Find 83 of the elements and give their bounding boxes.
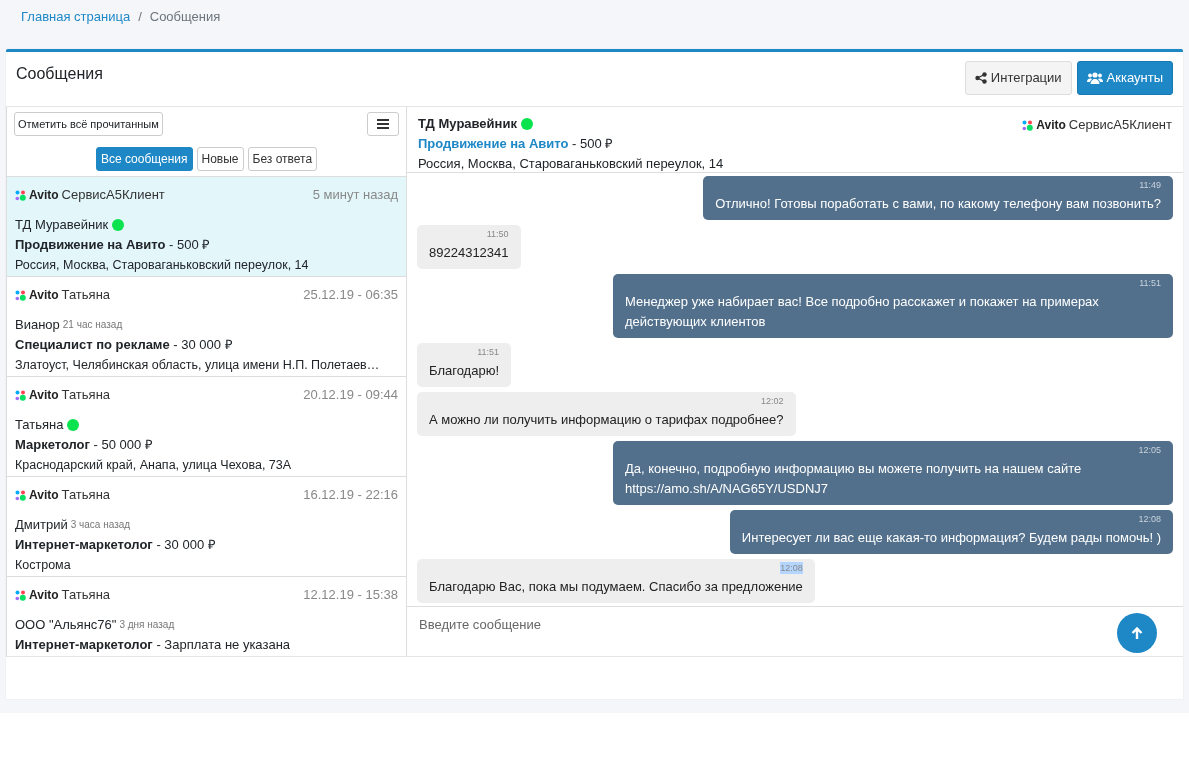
ad-price: - 30 000 ₽ [156, 537, 216, 552]
message-time: 11:50 [486, 228, 509, 240]
conversation-time: 12.12.19 - 15:38 [303, 586, 398, 604]
contact-name: Вианор [15, 316, 60, 334]
ad-title: Продвижение на Авито [15, 237, 166, 252]
channel-name: Avito [29, 587, 59, 604]
header-button[interactable]: Аккаунты [1076, 61, 1173, 95]
ad-price: - 30 000 ₽ [173, 337, 233, 352]
avito-logo-icon [1022, 119, 1034, 131]
ad-address: Златоуст, Челябинская область, улица имени Н.П. Полетаев… [15, 357, 381, 374]
channel-name: Avito [29, 387, 59, 404]
contact-name: Татьяна [15, 416, 64, 434]
ad-address: Кострома [15, 557, 72, 574]
message-text: Благодарю! [429, 362, 499, 380]
message-time: 12:08 [780, 562, 803, 574]
channel-name: Avito [1036, 117, 1066, 134]
chat-contact-name: ТД Муравейник [418, 115, 517, 133]
send-button[interactable] [1117, 613, 1157, 653]
account-name: СервисА5Клиент [1068, 116, 1172, 134]
ad-price: - 500 ₽ [572, 136, 614, 151]
breadcrumb-current: Сообщения [149, 8, 221, 27]
conversation-time: 5 минут назад [312, 186, 398, 204]
filter-tab[interactable]: Без ответа [247, 147, 318, 171]
card-title: Сообщения [16, 64, 103, 84]
message-text: 89224312341 [429, 244, 509, 262]
account-name: Татьяна [61, 486, 111, 504]
message-time: 11:51 [477, 346, 499, 358]
message-time: 12:08 [1138, 513, 1161, 525]
ad-price: - 50 000 ₽ [93, 437, 153, 452]
account-name: СервисА5Клиент [61, 186, 165, 204]
ad-link[interactable]: Продвижение на Авито [418, 136, 569, 151]
contact-name: Дмитрий [15, 516, 68, 534]
last-seen: 3 дня назад [119, 618, 175, 632]
ad-title: Маркетолог [15, 437, 90, 452]
header-button[interactable]: Интеграции [964, 61, 1072, 95]
conversation-time: 25.12.19 - 06:35 [303, 286, 398, 304]
mark-read-button[interactable]: Отметить всё прочитанным [14, 112, 163, 136]
account-name: Татьяна [61, 386, 111, 404]
share-icon [974, 72, 987, 84]
breadcrumb-separator: / [138, 8, 142, 27]
message-input[interactable]: Введите сообщение [419, 615, 1019, 635]
avito-logo-icon [15, 389, 26, 401]
ad-title: Интернет-маркетолог [15, 637, 153, 652]
conversation-item[interactable]: Avito СервисА5Клиент 5 минут назад ТД Муравейник Продвижение на Авито - 500 ₽ Россия, Москва, Староваганьковский переулок, 14 [7, 177, 406, 277]
ad-address: Россия, Москва, Староваганьковский переулок, 14 [418, 155, 724, 173]
conversation-time: 20.12.19 - 09:44 [303, 386, 398, 404]
avito-logo-icon [15, 289, 26, 301]
account-name: Татьяна [61, 586, 111, 604]
message-time: 12:05 [1138, 444, 1161, 456]
message-time: 11:49 [1139, 179, 1161, 191]
menu-button[interactable] [367, 112, 399, 136]
avito-logo-icon [15, 489, 26, 501]
avito-logo-icon [15, 189, 26, 201]
channel-name: Avito [29, 187, 59, 204]
message-text: Менеджер уже набирает вас! Все подробно расскажет и покажет на примерах действующих клиентов [625, 293, 1100, 331]
account-name: Татьяна [61, 286, 111, 304]
breadcrumb-link[interactable]: Главная страница [21, 7, 131, 27]
message-time: 11:51 [1139, 277, 1161, 289]
ad-address: Краснодарский край, Анапа, улица Чехова, 73А [15, 457, 293, 474]
channel-name: Avito [29, 487, 59, 504]
message-text: Интересует ли вас еще какая-то информация? Будем рады помочь! ) [741, 529, 1161, 547]
message-time: 12:02 [761, 395, 784, 407]
arrow-up-icon [1131, 626, 1143, 640]
avito-logo-icon [15, 589, 26, 601]
message-text: А можно ли получить информацию о тарифах подробнее? [429, 411, 784, 429]
filter-tab[interactable]: Новые [196, 147, 244, 171]
contact-name: ТД Муравейник [15, 216, 109, 234]
message-text: Благодарю Вас, пока мы подумаем. Спасибо за предложение [429, 578, 803, 596]
ad-title: Интернет-маркетолог [15, 537, 153, 552]
message-text: Да, конечно, подробную информацию вы можете получить на нашем сайте https://amo.sh/A/NAG65Y/USDNJ7 [625, 460, 1083, 498]
users-icon [1086, 72, 1103, 84]
contact-name: ООО "Альянс76" [15, 616, 117, 634]
filter-tab[interactable]: Все сообщения [95, 147, 193, 171]
conversation-time: 16.12.19 - 22:16 [303, 486, 398, 504]
ad-price: - 500 ₽ [169, 237, 211, 252]
ad-price: - Зарплата не указана [156, 637, 291, 652]
channel-name: Avito [29, 287, 59, 304]
last-seen: 21 час назад [62, 318, 123, 332]
message-text: Отлично! Готовы поработать с вами, по какому телефону вам позвонить? [715, 195, 1161, 213]
ad-address: Россия, Москва, Староваганьковский переулок, 14 [15, 257, 310, 274]
menu-icon [377, 119, 389, 129]
last-seen: 3 часа назад [70, 518, 131, 532]
ad-title: Специалист по рекламе [15, 337, 170, 352]
